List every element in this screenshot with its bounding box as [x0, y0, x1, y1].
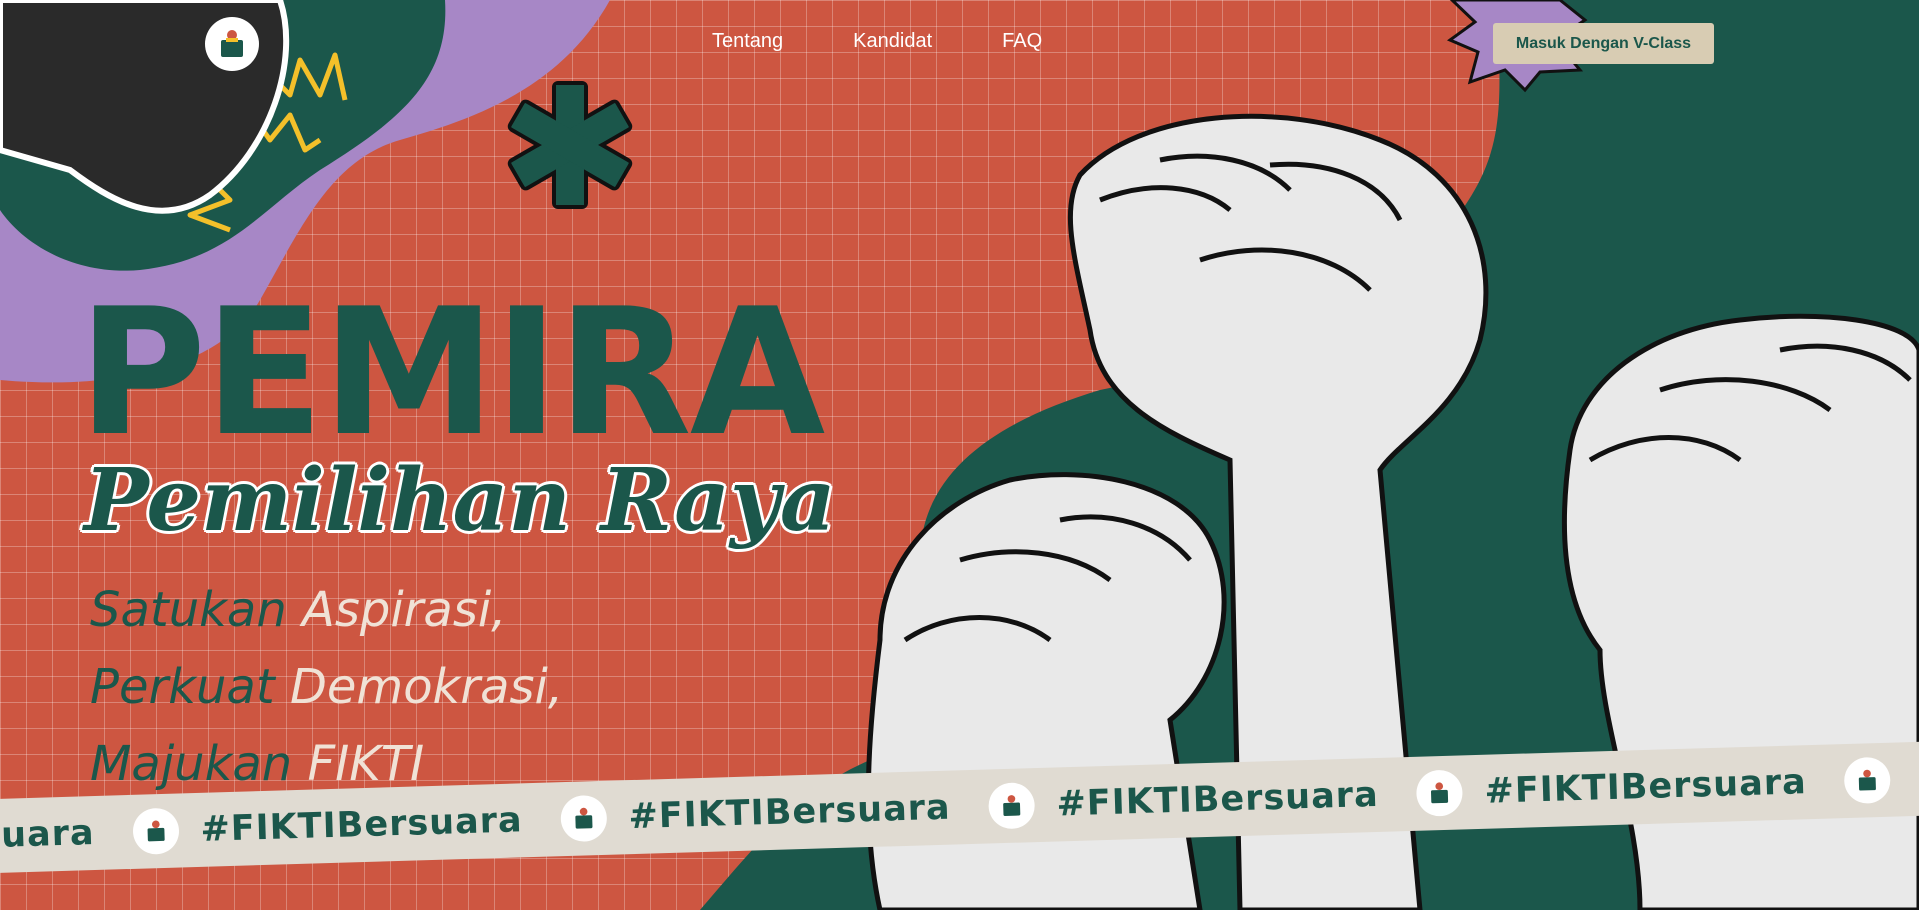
- pemira-logo[interactable]: [205, 17, 259, 71]
- nav-link-tentang[interactable]: Tentang: [712, 30, 783, 53]
- ballot-box-icon: [221, 30, 243, 57]
- tagline-line-1: Satukan Aspirasi,: [90, 572, 563, 649]
- ribbon-hashtag: #FIKTIBersuara: [1483, 762, 1808, 812]
- ballot-box-icon: [1843, 756, 1892, 805]
- ribbon-hashtag-partial: rsuara: [0, 813, 96, 857]
- tagline-word: Perkuat: [90, 659, 275, 715]
- ballot-box-icon: [131, 807, 180, 855]
- ballot-box-icon: [1415, 769, 1464, 817]
- tagline-word: FIKTI: [307, 736, 425, 792]
- ballot-box-icon: [987, 782, 1036, 830]
- ribbon-item: [1843, 756, 1913, 805]
- ribbon-item: #FIKTIBersuara: [559, 785, 952, 843]
- ribbon-item: #FIKTIBersuara: [1415, 759, 1808, 817]
- ribbon-hashtag: #FIKTIBersuara: [199, 800, 524, 850]
- nav-link-faq[interactable]: FAQ: [1002, 30, 1042, 53]
- tagline-word: Aspirasi,: [302, 582, 507, 638]
- ribbon-item: #FIKTIBersuara: [987, 772, 1380, 830]
- nav-link-kandidat[interactable]: Kandidat: [853, 30, 932, 53]
- tagline-word: Satukan: [90, 582, 287, 638]
- ribbon-hashtag: #FIKTIBersuara: [627, 787, 952, 838]
- ballot-box-icon: [559, 794, 608, 843]
- tagline-word: Demokrasi,: [289, 659, 564, 715]
- hero-tagline: Satukan Aspirasi, Perkuat Demokrasi, Maj…: [90, 572, 563, 803]
- ribbon-item: rsuara: [0, 813, 95, 857]
- ribbon-item: #FIKTIBersuara: [131, 797, 524, 855]
- asterisk-shape: [507, 81, 633, 209]
- tagline-word: Majukan: [90, 736, 293, 792]
- tagline-line-2: Perkuat Demokrasi,: [90, 649, 563, 726]
- ribbon-hashtag: #FIKTIBersuara: [1055, 774, 1380, 825]
- hero-subtitle: Pemilihan Raya: [84, 450, 836, 551]
- login-vclass-button[interactable]: Masuk Dengan V-Class: [1493, 23, 1714, 64]
- main-nav: Tentang Kandidat FAQ: [712, 30, 1042, 53]
- hero-title: PEMIRA: [78, 272, 825, 475]
